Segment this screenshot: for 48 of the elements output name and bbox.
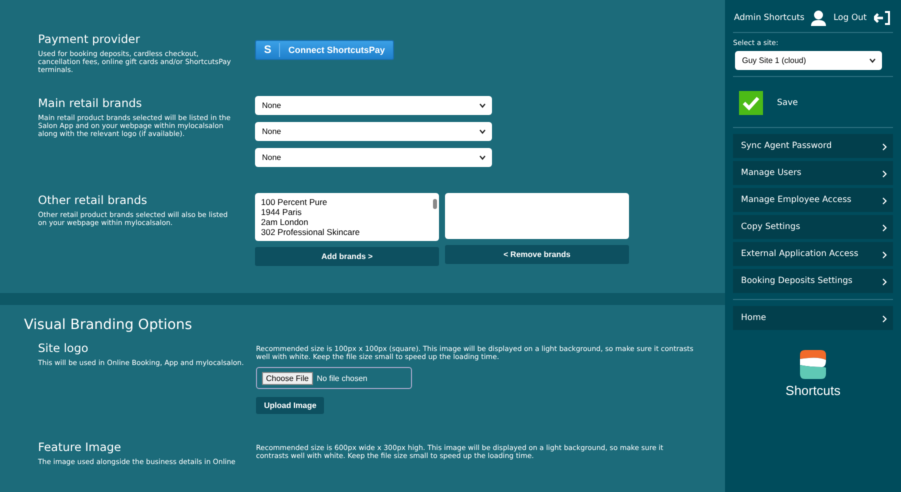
- file-status: No file chosen: [316, 374, 368, 382]
- section-heading: Visual Branding Options: [24, 317, 194, 333]
- brand-option[interactable]: 302 Professional Skincare: [261, 227, 433, 237]
- section-title: Feature Image: [38, 440, 122, 454]
- add-brands-button[interactable]: Add brands >: [255, 247, 439, 266]
- brand-option[interactable]: 100 Percent Pure: [261, 197, 433, 207]
- chevron-right-icon: [882, 197, 887, 205]
- menu-item[interactable]: Manage Employee Access: [733, 188, 893, 212]
- chevron-right-icon: [882, 143, 887, 151]
- section-title: Site logo: [38, 341, 90, 355]
- brand-option[interactable]: 1944 Paris: [261, 207, 433, 217]
- available-brands-list[interactable]: 100 Percent Pure 1944 Paris 2am London 302 Professional Skincare: [255, 193, 439, 241]
- chevron-down-icon: [479, 155, 486, 160]
- brand-dropdown[interactable]: None: [255, 96, 492, 115]
- chevron-right-icon: [882, 315, 887, 323]
- save-button[interactable]: Save: [777, 98, 798, 108]
- admin-label: Admin Shortcuts: [734, 13, 804, 23]
- chevron-right-icon: [882, 224, 887, 232]
- menu-item[interactable]: Sync Agent Password: [733, 134, 893, 158]
- logout-icon[interactable]: [874, 11, 890, 25]
- chevron-down-icon: [479, 129, 486, 134]
- remove-brands-button[interactable]: < Remove brands: [445, 245, 629, 264]
- menu-item[interactable]: External Application Access: [733, 242, 893, 266]
- user-icon[interactable]: [811, 10, 826, 26]
- menu-item[interactable]: Copy Settings: [733, 215, 893, 239]
- menu-item[interactable]: Booking Deposits Settings: [733, 269, 893, 293]
- section-title: Other retail brands: [38, 193, 148, 207]
- section-title: Payment provider: [38, 32, 141, 46]
- section-title: Main retail brands: [38, 96, 143, 110]
- chevron-right-icon: [882, 278, 887, 286]
- logo-icon: [800, 350, 826, 379]
- chevron-down-icon: [479, 103, 486, 108]
- menu-item[interactable]: Manage Users: [733, 161, 893, 185]
- scrollbar[interactable]: [433, 199, 437, 209]
- brand-dropdown[interactable]: None: [255, 148, 492, 167]
- chevron-right-icon: [882, 251, 887, 259]
- home-menu-item[interactable]: Home: [733, 306, 893, 330]
- file-input[interactable]: Choose File No file chosen: [256, 367, 412, 389]
- choose-file-button[interactable]: Choose File: [262, 372, 313, 384]
- logo-text: Shortcuts: [786, 383, 840, 398]
- brand-option[interactable]: 2am London: [261, 217, 433, 227]
- logout-link[interactable]: Log Out: [833, 13, 867, 23]
- chevron-down-icon: [869, 58, 876, 63]
- brand-dropdown[interactable]: None: [255, 122, 492, 141]
- checkmark-icon[interactable]: [739, 91, 763, 115]
- upload-image-button[interactable]: Upload Image: [256, 397, 324, 414]
- site-dropdown[interactable]: Guy Site 1 (cloud): [735, 51, 882, 70]
- chevron-right-icon: [882, 170, 887, 178]
